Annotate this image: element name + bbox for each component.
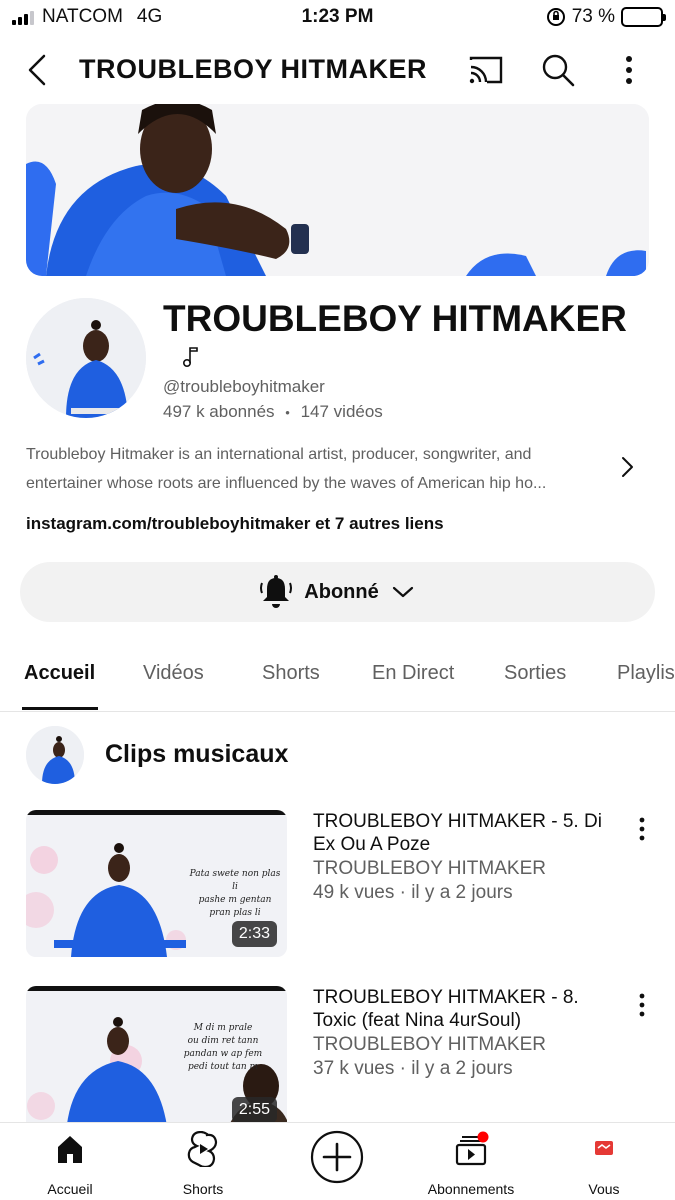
bottom-navigation: Accueil Shorts Abonnements Vous [0, 1122, 675, 1200]
video-more-icon[interactable] [632, 814, 652, 844]
video-thumbnail[interactable]: M di m prale ou dim ret tann pandan w ap… [26, 986, 287, 1133]
thumbnail-caption: M di m prale ou dim ret tann pandan w ap… [168, 1022, 278, 1074]
channel-tabs: Accueil Vidéos Shorts En Direct Sorties … [0, 640, 675, 712]
video-item[interactable]: Pata swete non plas li pashe m gentan pr… [0, 810, 675, 960]
nav-subscriptions[interactable]: Abonnements [416, 1131, 526, 1197]
video-duration: 2:55 [231, 1097, 277, 1123]
chevron-down-icon [392, 586, 413, 598]
thumbnail-caption: Pata swete non plas li pashe m gentan pr… [186, 868, 284, 920]
caption-line: pandan w ap fem [183, 1049, 263, 1059]
search-icon[interactable] [538, 50, 578, 90]
nav-subscriptions-label: Abonnements [427, 1181, 515, 1197]
tab-videos[interactable]: Vidéos [143, 662, 204, 685]
subscribed-label: Abonné [304, 580, 379, 603]
battery-percent: 73 % [571, 6, 615, 27]
video-channel: TROUBLEBOY HITMAKER [313, 1034, 546, 1055]
video-more-icon[interactable] [632, 990, 652, 1020]
bell-icon [260, 575, 293, 608]
description-line-2: entertainer whose roots are influenced b… [26, 475, 547, 492]
subscribed-button[interactable]: Abonné [20, 562, 655, 622]
nav-shorts[interactable]: Shorts [148, 1131, 258, 1197]
nav-home-label: Accueil [47, 1181, 93, 1197]
nav-shorts-label: Shorts [182, 1181, 224, 1197]
create-button[interactable] [282, 1129, 392, 1185]
channel-stats: 497 k abonnés • 147 vidéos [163, 402, 383, 422]
video-channel: TROUBLEBOY HITMAKER [313, 858, 546, 879]
caption-line: ou dim ret tann [187, 1036, 259, 1046]
channel-description[interactable]: Troubleboy Hitmaker is an international … [26, 440, 611, 498]
home-icon [58, 1136, 82, 1163]
tab-live[interactable]: En Direct [372, 662, 454, 685]
nav-home[interactable]: Accueil [15, 1131, 125, 1197]
section-avatar [26, 726, 84, 784]
video-thumbnail[interactable]: Pata swete non plas li pashe m gentan pr… [26, 810, 287, 957]
more-options-icon[interactable] [609, 50, 649, 90]
cast-icon[interactable] [466, 50, 506, 90]
nav-you[interactable]: Vous [549, 1131, 659, 1197]
stats-separator: • [285, 405, 290, 420]
caption-line: M di m prale [193, 1023, 253, 1033]
tab-home[interactable]: Accueil [24, 662, 95, 685]
active-tab-indicator [22, 707, 98, 710]
caption-line: pedi tout tan m [187, 1062, 259, 1072]
status-right: 73 % [546, 6, 666, 28]
caption-line: pashe m gentan [198, 895, 272, 905]
video-meta: 49 k vues · il y a 2 jours [313, 882, 513, 903]
description-line-1: Troubleboy Hitmaker is an international … [26, 446, 532, 463]
channel-banner [26, 104, 649, 276]
video-meta: 37 k vues · il y a 2 jours [313, 1058, 513, 1079]
tab-playlists[interactable]: Playlists [617, 662, 675, 685]
video-title[interactable]: TROUBLEBOY HITMAKER - 8. Toxic (feat Nin… [313, 986, 613, 1032]
caption-line: pran plas li [209, 908, 261, 918]
video-duration: 2:33 [231, 921, 277, 947]
channel-avatar[interactable] [26, 298, 146, 418]
status-bar: NATCOM 4G 1:23 PM 73 % [0, 0, 675, 36]
orientation-lock-icon [546, 8, 565, 26]
video-title[interactable]: TROUBLEBOY HITMAKER - 5. Di Ex Ou A Poze [313, 810, 613, 856]
tab-shorts[interactable]: Shorts [262, 662, 320, 685]
section-avatar-artwork [26, 726, 84, 784]
back-arrow-icon[interactable] [24, 50, 54, 90]
channel-links[interactable]: instagram.com/troubleboyhitmaker et 7 au… [26, 514, 444, 534]
section-title: Clips musicaux [105, 740, 289, 768]
caption-line: Pata swete non plas li [189, 869, 281, 892]
chevron-right-icon[interactable] [618, 452, 638, 482]
subscriber-count: 497 k abonnés [163, 402, 275, 421]
app-header: TROUBLEBOY HITMAKER [0, 40, 675, 98]
channel-name: TROUBLEBOY HITMAKER [163, 298, 627, 339]
shorts-icon [187, 1131, 218, 1167]
video-count: 147 vidéos [300, 402, 383, 421]
profile-avatar-icon [595, 1141, 613, 1155]
video-item[interactable]: M di m prale ou dim ret tann pandan w ap… [0, 986, 675, 1136]
create-plus-icon [310, 1130, 364, 1184]
music-note-icon [182, 347, 198, 368]
subscriptions-icon [455, 1131, 489, 1166]
header-title: TROUBLEBOY HITMAKER [79, 54, 428, 84]
avatar-artwork [26, 298, 146, 418]
channel-handle: @troubleboyhitmaker [163, 377, 325, 396]
nav-you-label: Vous [588, 1181, 620, 1197]
battery-icon [621, 7, 666, 27]
tab-releases[interactable]: Sorties [504, 662, 566, 685]
banner-artwork [26, 104, 649, 276]
